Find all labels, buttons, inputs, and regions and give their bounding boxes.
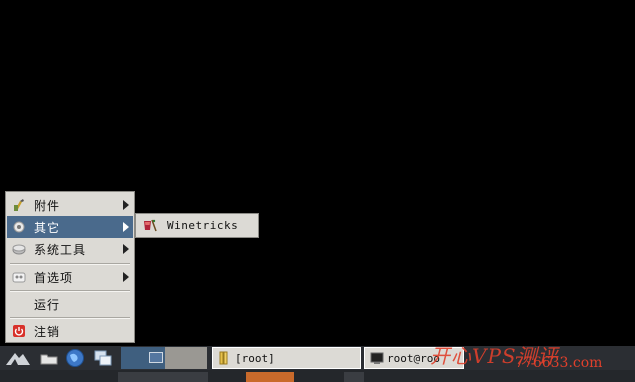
winetricks-icon[interactable] bbox=[142, 218, 157, 233]
submenu-arrow-icon bbox=[123, 222, 129, 232]
submenu-item-winetricks[interactable]: Winetricks bbox=[167, 219, 238, 232]
workspace-pager-2[interactable] bbox=[165, 347, 207, 369]
menu-item-label: 运行 bbox=[34, 297, 61, 312]
submenu-arrow-icon bbox=[123, 244, 129, 254]
terminal-icon bbox=[370, 352, 384, 364]
show-desktop-launcher[interactable] bbox=[92, 347, 114, 369]
system-tools-icon bbox=[12, 244, 26, 255]
submenu-arrow-icon bbox=[123, 272, 129, 282]
menu-item-other[interactable]: 其它 bbox=[7, 216, 133, 238]
folder-icon bbox=[219, 351, 228, 365]
menu-item-label: 系统工具 bbox=[34, 242, 87, 257]
task-button-root-folder[interactable]: [root] bbox=[212, 347, 361, 369]
application-menu: 附件 其它 系统工具 首选项 运行 注销 bbox=[5, 191, 135, 343]
menu-separator bbox=[10, 317, 130, 319]
menu-item-preferences[interactable]: 首选项 bbox=[7, 266, 133, 288]
menu-item-accessories[interactable]: 附件 bbox=[7, 194, 133, 216]
menu-separator bbox=[10, 263, 130, 265]
pager-window-icon bbox=[149, 352, 163, 363]
file-manager-icon bbox=[40, 354, 58, 365]
accessories-icon bbox=[14, 199, 24, 211]
task-label: [root] bbox=[235, 351, 275, 365]
show-desktop-icon bbox=[94, 350, 112, 366]
power-icon bbox=[13, 325, 25, 337]
blank-icon bbox=[12, 297, 26, 311]
web-browser-launcher[interactable] bbox=[64, 347, 86, 369]
menu-item-label: 其它 bbox=[34, 220, 61, 235]
menu-item-logout[interactable]: 注销 bbox=[7, 320, 133, 342]
watermark-url: 776633.com bbox=[515, 355, 603, 371]
file-manager-launcher[interactable] bbox=[38, 347, 60, 369]
workspace-pager[interactable] bbox=[121, 347, 165, 369]
start-menu-icon bbox=[6, 353, 30, 365]
start-menu-button[interactable] bbox=[3, 347, 33, 369]
web-browser-icon bbox=[66, 349, 84, 367]
submenu-other: Winetricks bbox=[135, 213, 259, 238]
submenu-arrow-icon bbox=[123, 200, 129, 210]
menu-item-run[interactable]: 运行 bbox=[7, 293, 133, 315]
menu-item-system-tools[interactable]: 系统工具 bbox=[7, 238, 133, 260]
taskbar-bottom-strip bbox=[0, 370, 635, 382]
strip-segment bbox=[344, 372, 364, 382]
menu-item-label: 附件 bbox=[34, 198, 61, 213]
gear-icon bbox=[13, 221, 25, 233]
menu-separator bbox=[10, 290, 130, 292]
menu-item-label: 注销 bbox=[34, 324, 61, 339]
preferences-icon bbox=[12, 272, 26, 283]
menu-item-label: 首选项 bbox=[34, 270, 74, 285]
strip-segment bbox=[118, 372, 208, 382]
strip-segment bbox=[246, 372, 294, 382]
